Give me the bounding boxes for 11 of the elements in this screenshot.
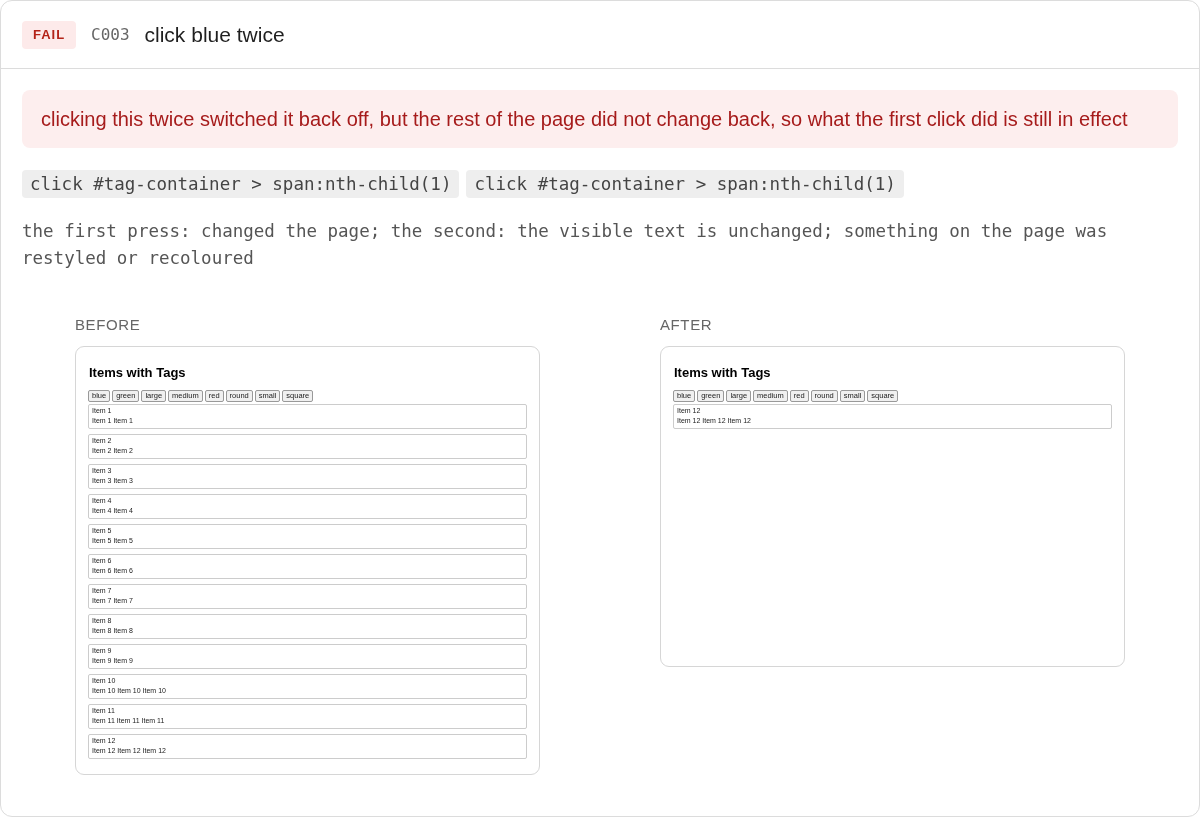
page-heading: Items with Tags — [88, 365, 187, 381]
page-heading: Items with Tags — [673, 365, 772, 381]
error-message: clicking this twice switched it back off, but the rest of the page did not change back, so what the first click did is still in effect — [22, 90, 1178, 148]
screenshot-label: AFTER — [660, 316, 714, 334]
case-title: click blue twice — [144, 22, 285, 47]
result-note: the first press: changed the page; the second: the visible text is unchanged; something on the page was restyled or recoloured — [22, 220, 1109, 270]
action-step: click #tag-container > span:nth-child(1) — [22, 170, 460, 198]
action-step: click #tag-container > span:nth-child(1) — [466, 170, 904, 198]
screenshot-label: BEFORE — [75, 316, 142, 334]
case-id: C003 — [91, 25, 130, 44]
status-badge: FAIL — [22, 20, 76, 49]
